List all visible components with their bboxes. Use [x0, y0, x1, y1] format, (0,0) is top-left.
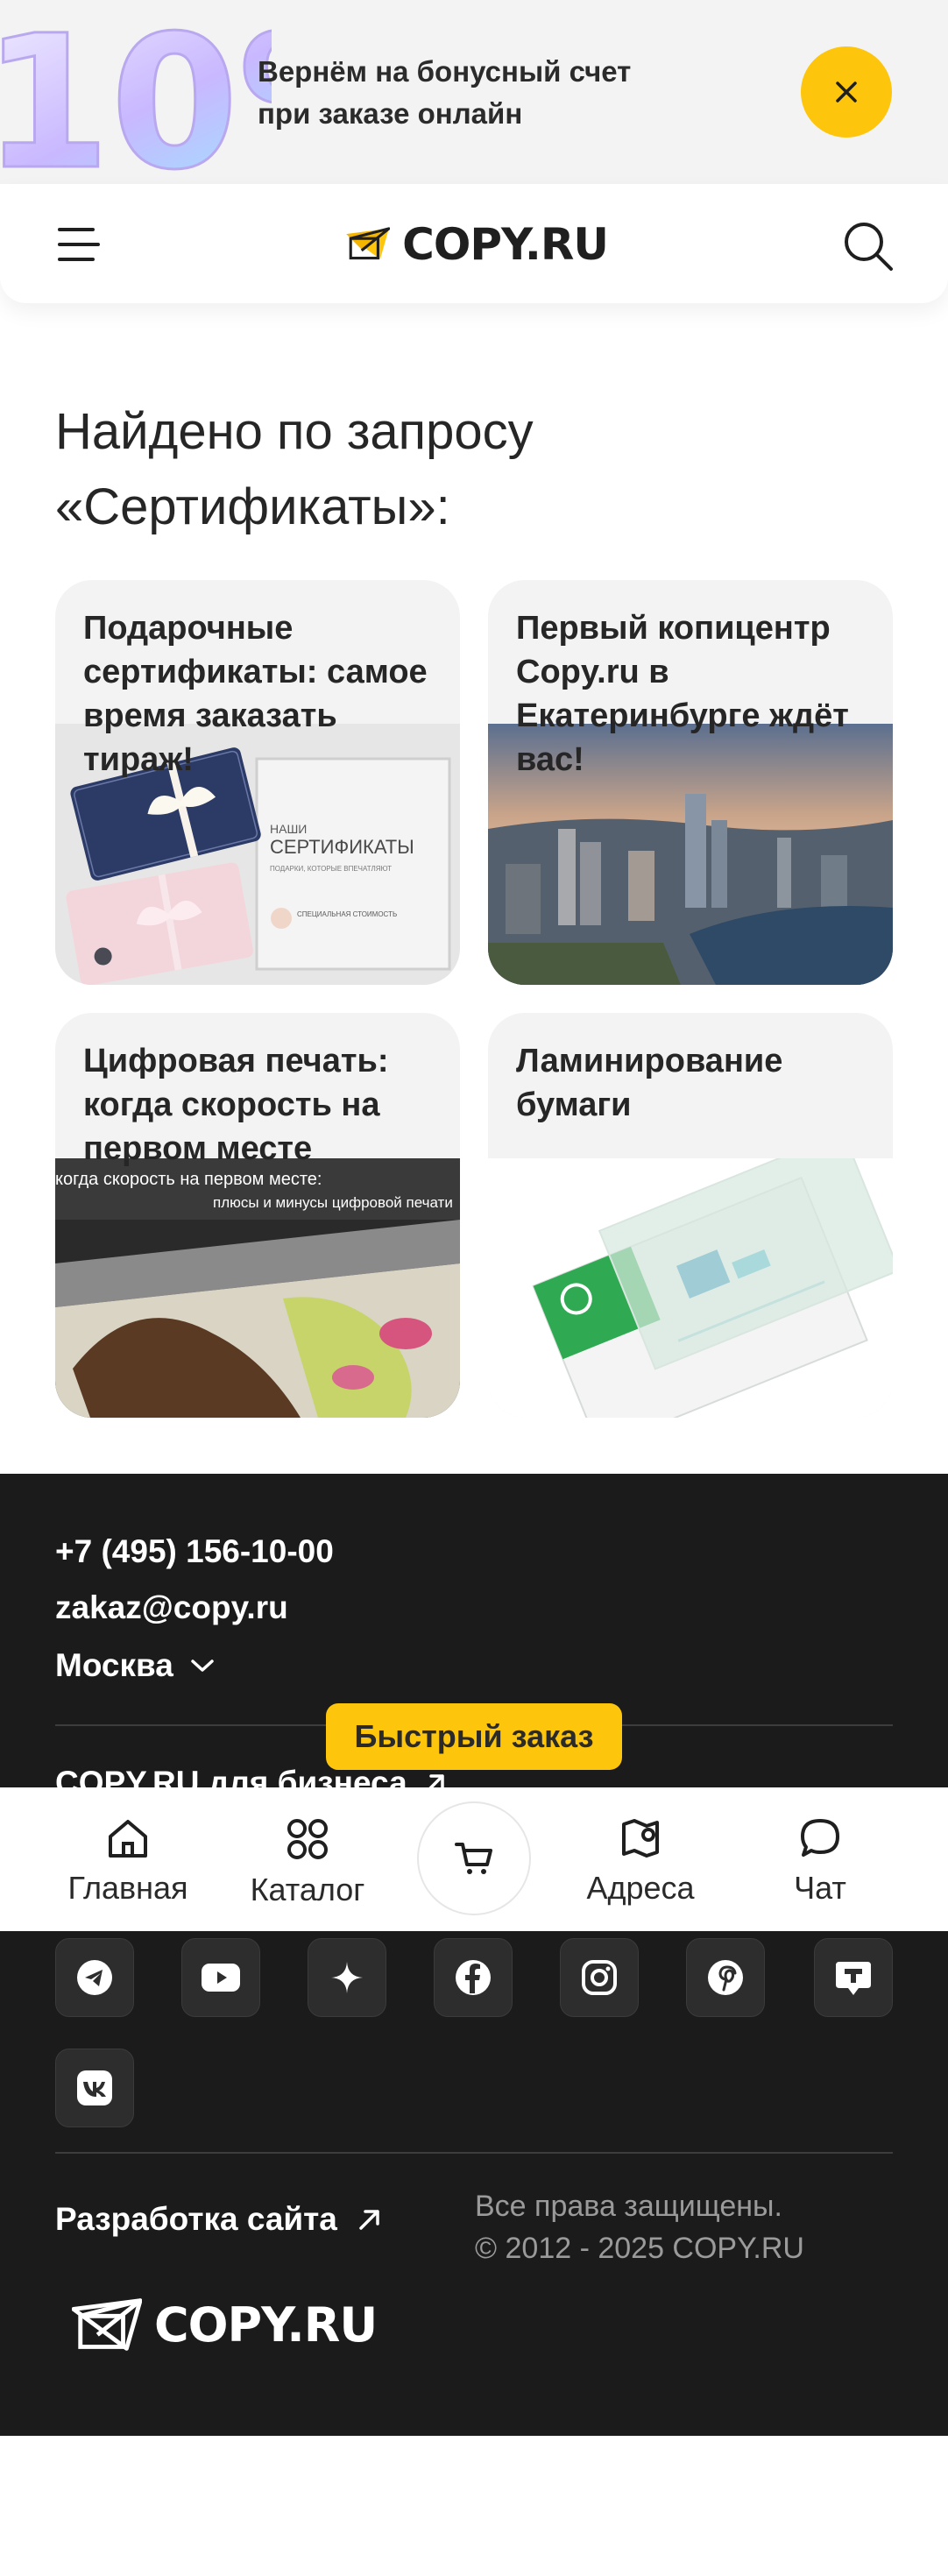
tenchat-icon — [836, 1962, 871, 1995]
article-card-gift-certificates[interactable]: Подарочные сертификаты: самое время зака… — [55, 580, 460, 985]
lamination-image — [488, 1158, 893, 1418]
tab-chat-label: Чат — [794, 1870, 846, 1906]
social-telegram[interactable] — [55, 1938, 134, 2017]
page-title: Найдено по запросу «Сертификаты»: — [55, 394, 844, 545]
svg-text:СПЕЦИАЛЬНАЯ СТОИМОСТЬ: СПЕЦИАЛЬНАЯ СТОИМОСТЬ — [297, 910, 397, 918]
fast-order-button[interactable]: Быстрый заказ — [326, 1703, 622, 1770]
site-footer: +7 (495) 156-10-00 zakaz@copy.ru Москва … — [0, 1474, 948, 2436]
chat-bubble-icon — [801, 1819, 839, 1857]
pinterest-icon — [708, 1960, 743, 1995]
svg-text:плюсы и минусы цифровой печати: плюсы и минусы цифровой печати — [213, 1194, 453, 1211]
article-card-title: Подарочные сертификаты: самое время зака… — [83, 610, 428, 778]
social-vk[interactable] — [55, 2049, 134, 2127]
site-header: COPY.RU — [0, 184, 948, 303]
tab-home-label: Главная — [67, 1870, 188, 1906]
footer-rights-line-1: Все права защищены. — [475, 2190, 782, 2223]
article-card-lamination[interactable]: Ламинирование бумаги — [488, 1013, 893, 1418]
social-tenchat[interactable] — [814, 1938, 893, 2017]
logo-text: COPY.RU — [402, 219, 609, 270]
facebook-icon — [456, 1960, 491, 1995]
promo-text: Вернём на бонусный счет при заказе онлай… — [258, 51, 713, 135]
cart-button[interactable] — [417, 1801, 531, 1915]
tab-chat[interactable]: Чат — [732, 1817, 908, 1914]
paper-plane-logo-icon — [72, 2297, 142, 2351]
promo-line-1: Вернём на бонусный счет — [258, 55, 632, 88]
ten-percent-graphic: 10% — [0, 0, 272, 184]
article-card-title: Первый копицентр Copy.ru в Екатеринбурге… — [516, 610, 849, 778]
home-icon — [109, 1820, 147, 1858]
page-title-line-1: Найдено по запросу — [55, 403, 534, 460]
article-card-title: Ламинирование бумаги — [516, 1043, 783, 1123]
grid-icon — [287, 1819, 328, 1859]
article-card-ekaterinburg[interactable]: Первый копицентр Copy.ru в Екатеринбурге… — [488, 580, 893, 985]
svg-text:когда скорость на первом месте: когда скорость на первом месте: — [55, 1170, 322, 1189]
promo-banner[interactable]: 10% Вернём на бонусный счет при заказе о… — [0, 0, 948, 184]
footer-copyright: Все права защищены. © 2012 - 2025 COPY.R… — [475, 2185, 804, 2269]
footer-divider — [55, 2152, 893, 2154]
social-facebook[interactable] — [434, 1938, 513, 2017]
footer-phone-link[interactable]: +7 (495) 156-10-00 — [55, 1533, 334, 1570]
tab-home[interactable]: Главная — [40, 1817, 216, 1914]
article-card-title: Цифровая печать: когда скорость на перво… — [83, 1043, 389, 1167]
article-card-digital-print[interactable]: Цифровая печать: когда скорость на перво… — [55, 1013, 460, 1418]
footer-dev-label: Разработка сайта — [55, 2201, 337, 2237]
dzen-icon — [331, 1962, 363, 1993]
promo-close-button[interactable] — [801, 46, 892, 138]
footer-rights-line-2: © 2012 - 2025 COPY.RU — [475, 2232, 804, 2265]
social-youtube[interactable] — [181, 1938, 260, 2017]
footer-dev-link[interactable]: Разработка сайта — [55, 2201, 383, 2238]
youtube-icon — [202, 1964, 240, 1992]
social-instagram[interactable] — [560, 1938, 639, 2017]
tab-catalog-label: Каталог — [250, 1872, 365, 1907]
footer-city-label: Москва — [55, 1647, 173, 1683]
site-logo[interactable]: COPY.RU — [345, 214, 609, 275]
tab-catalog[interactable]: Каталог — [220, 1817, 395, 1914]
svg-text:ПОДАРКИ, КОТОРЫЕ ВПЕЧАТЛЯЮТ: ПОДАРКИ, КОТОРЫЕ ВПЕЧАТЛЯЮТ — [270, 865, 392, 873]
instagram-icon — [582, 1960, 617, 1995]
arrow-up-right-icon — [359, 2210, 379, 2230]
social-dzen[interactable] — [308, 1938, 386, 2017]
tab-addresses[interactable]: Адреса — [553, 1817, 728, 1914]
promo-line-2: при заказе онлайн — [258, 97, 523, 130]
svg-text:СЕРТИФИКАТЫ: СЕРТИФИКАТЫ — [270, 836, 414, 858]
chevron-down-icon — [191, 1660, 214, 1672]
menu-icon[interactable] — [54, 223, 103, 266]
digital-printer-image: когда скорость на первом месте: плюсы и … — [55, 1158, 460, 1418]
footer-logo-text: COPY.RU — [154, 2297, 378, 2353]
tab-addresses-label: Адреса — [586, 1870, 695, 1906]
social-pinterest[interactable] — [686, 1938, 765, 2017]
footer-email-link[interactable]: zakaz@copy.ru — [55, 1589, 288, 1626]
bottom-tab-bar: Главная Каталог Адреса Чат — [0, 1787, 948, 1931]
cart-icon — [455, 1843, 492, 1874]
footer-logo[interactable]: COPY.RU — [72, 2297, 378, 2353]
telegram-icon — [77, 1960, 112, 1995]
svg-text:НАШИ: НАШИ — [270, 822, 307, 836]
paper-plane-logo-icon — [346, 227, 391, 260]
search-icon[interactable] — [841, 219, 895, 273]
footer-city-select[interactable]: Москва — [55, 1647, 216, 1684]
svg-text:10%: 10% — [0, 0, 272, 184]
close-icon — [836, 81, 857, 103]
map-pin-icon — [622, 1819, 659, 1858]
vk-icon — [77, 2070, 112, 2105]
page-title-line-2: «Сертификаты»: — [55, 478, 450, 535]
